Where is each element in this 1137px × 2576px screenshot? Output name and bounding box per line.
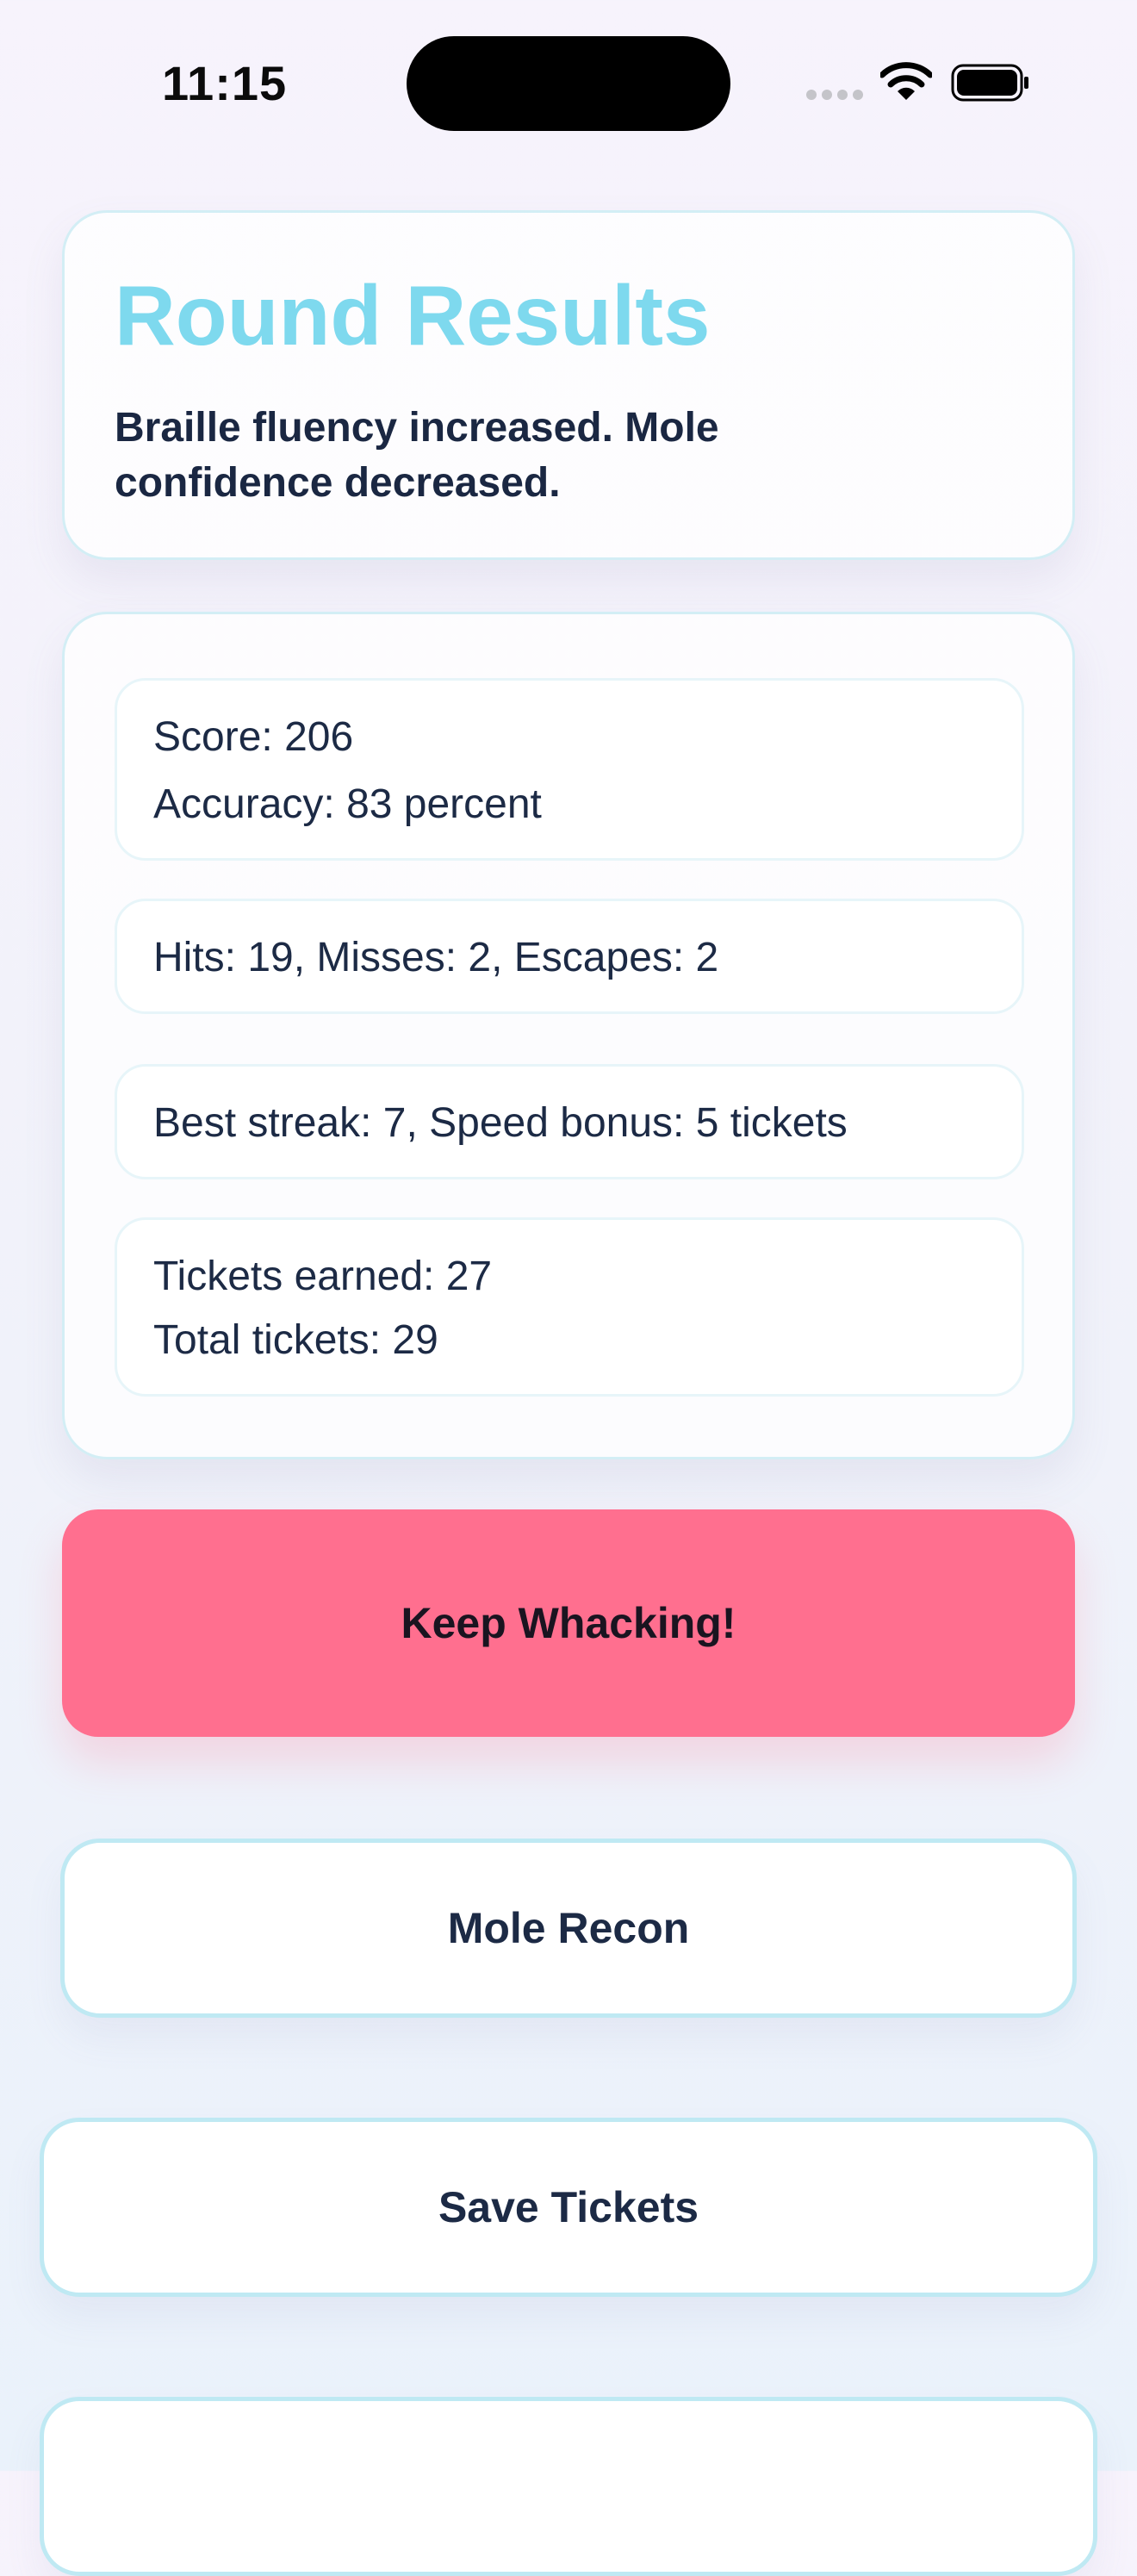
stat-accuracy: Accuracy: 83 percent: [153, 781, 542, 827]
stat-hits: Hits: 19, Misses: 2, Escapes: 2: [153, 935, 719, 980]
page-title: Round Results: [115, 268, 711, 363]
keep-whacking-label: Keep Whacking!: [401, 1599, 736, 1647]
results-header-card: Round Results Braille fluency increased.…: [62, 210, 1075, 560]
save-tickets-button[interactable]: Save Tickets: [40, 2118, 1097, 2297]
battery-icon: [951, 64, 1028, 102]
stat-total-tickets: Total tickets: 29: [153, 1317, 438, 1363]
stat-score: Score: 206: [153, 714, 354, 760]
wifi-icon: [880, 62, 932, 100]
mole-recon-button[interactable]: Mole Recon: [60, 1839, 1077, 2018]
page-subtitle: Braille fluency increased. Mole confiden…: [115, 405, 719, 506]
mole-recon-label: Mole Recon: [447, 1904, 690, 1952]
dynamic-island: [407, 36, 730, 131]
status-bar: 11:15: [0, 0, 1137, 164]
signal-icon: [806, 90, 865, 100]
keep-whacking-button[interactable]: Keep Whacking!: [62, 1509, 1075, 1737]
next-action-button[interactable]: [40, 2397, 1097, 2576]
stat-row-streak: Best streak: 7, Speed bonus: 5 tickets: [115, 1064, 1024, 1179]
stat-row-score: Score: 206 Accuracy: 83 percent: [115, 678, 1024, 861]
save-tickets-label: Save Tickets: [438, 2183, 699, 2231]
stat-tickets-earned: Tickets earned: 27: [153, 1254, 493, 1299]
stat-streak: Best streak: 7, Speed bonus: 5 tickets: [153, 1100, 848, 1146]
status-time: 11:15: [162, 56, 288, 110]
stat-row-tickets: Tickets earned: 27 Total tickets: 29: [115, 1217, 1024, 1397]
stat-row-hits: Hits: 19, Misses: 2, Escapes: 2: [115, 899, 1024, 1014]
stats-card: Score: 206 Accuracy: 83 percent Hits: 19…: [62, 612, 1075, 1459]
